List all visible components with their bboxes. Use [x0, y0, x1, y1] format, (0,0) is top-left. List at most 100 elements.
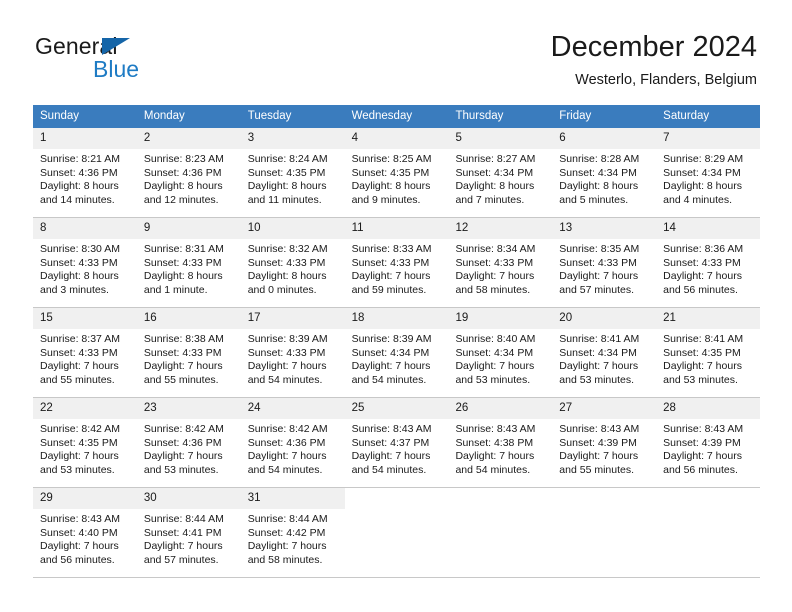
- day-cell[interactable]: 30 Sunrise: 8:44 AM Sunset: 4:41 PM Dayl…: [136, 488, 241, 577]
- daylight-text-line2: and 55 minutes.: [143, 373, 219, 386]
- day-number: 18: [344, 308, 449, 329]
- daylight-text-line1: Daylight: 7 hours: [663, 360, 742, 373]
- week-row: 1 Sunrise: 8:21 AM Sunset: 4:36 PM Dayli…: [33, 128, 761, 218]
- weekday-header-friday: Friday: [559, 110, 592, 122]
- day-number: 27: [552, 398, 657, 419]
- logo-triangle-icon: [102, 38, 130, 55]
- sunrise-text: Sunrise: 8:36 AM: [663, 243, 744, 255]
- day-cell[interactable]: 7 Sunrise: 8:29 AM Sunset: 4:34 PM Dayli…: [656, 128, 761, 217]
- day-cell[interactable]: 12 Sunrise: 8:34 AM Sunset: 4:33 PM Dayl…: [448, 218, 553, 307]
- daylight-text-line2: and 54 minutes.: [455, 463, 531, 476]
- day-cell[interactable]: 24 Sunrise: 8:42 AM Sunset: 4:36 PM Dayl…: [240, 398, 345, 487]
- daylight-text-line1: Daylight: 7 hours: [455, 450, 535, 463]
- daylight-text-line1: Daylight: 8 hours: [351, 180, 431, 193]
- day-cell[interactable]: 1 Sunrise: 8:21 AM Sunset: 4:36 PM Dayli…: [33, 128, 137, 217]
- daylight-text-line1: Daylight: 7 hours: [40, 540, 119, 553]
- day-cell[interactable]: 10 Sunrise: 8:32 AM Sunset: 4:33 PM Dayl…: [240, 218, 345, 307]
- sunrise-text: Sunrise: 8:34 AM: [455, 243, 536, 255]
- day-number: 6: [552, 128, 657, 149]
- day-details: Sunrise: 8:29 AM Sunset: 4:34 PM Dayligh…: [656, 149, 760, 207]
- day-details: Sunrise: 8:39 AM Sunset: 4:33 PM Dayligh…: [241, 329, 345, 387]
- day-cell[interactable]: 2 Sunrise: 8:23 AM Sunset: 4:36 PM Dayli…: [136, 128, 241, 217]
- day-cell[interactable]: 4 Sunrise: 8:25 AM Sunset: 4:35 PM Dayli…: [344, 128, 449, 217]
- day-cell[interactable]: 14 Sunrise: 8:36 AM Sunset: 4:33 PM Dayl…: [656, 218, 761, 307]
- day-details: Sunrise: 8:30 AM Sunset: 4:33 PM Dayligh…: [33, 239, 137, 297]
- day-cell[interactable]: 26 Sunrise: 8:43 AM Sunset: 4:38 PM Dayl…: [448, 398, 553, 487]
- daylight-text-line2: and 0 minutes.: [247, 283, 317, 296]
- day-number: 1: [33, 128, 137, 149]
- weekday-header-row: Sunday Monday Tuesday Wednesday Thursday…: [33, 105, 760, 128]
- daylight-text-line1: Daylight: 8 hours: [247, 180, 327, 193]
- day-details: Sunrise: 8:33 AM Sunset: 4:33 PM Dayligh…: [345, 239, 449, 297]
- day-details: Sunrise: 8:43 AM Sunset: 4:39 PM Dayligh…: [656, 419, 760, 477]
- day-cell[interactable]: 21 Sunrise: 8:41 AM Sunset: 4:35 PM Dayl…: [656, 308, 761, 397]
- sunrise-text: Sunrise: 8:41 AM: [559, 333, 640, 345]
- sunset-text: Sunset: 4:35 PM: [351, 166, 430, 179]
- daylight-text-line1: Daylight: 7 hours: [559, 450, 639, 463]
- daylight-text-line1: Daylight: 7 hours: [351, 360, 431, 373]
- daylight-text-line2: and 9 minutes.: [351, 193, 421, 206]
- sunset-text: Sunset: 4:36 PM: [143, 166, 222, 179]
- sunset-text: Sunset: 4:33 PM: [455, 256, 534, 269]
- daylight-text-line2: and 56 minutes.: [663, 283, 738, 296]
- day-number: 5: [448, 128, 553, 149]
- day-details: Sunrise: 8:42 AM Sunset: 4:36 PM Dayligh…: [137, 419, 241, 477]
- day-details: Sunrise: 8:44 AM Sunset: 4:41 PM Dayligh…: [137, 509, 241, 567]
- day-cell[interactable]: 31 Sunrise: 8:44 AM Sunset: 4:42 PM Dayl…: [240, 488, 345, 577]
- day-cell[interactable]: 22 Sunrise: 8:42 AM Sunset: 4:35 PM Dayl…: [33, 398, 137, 487]
- day-number: 12: [448, 218, 553, 239]
- day-number: 4: [344, 128, 449, 149]
- day-details: Sunrise: 8:43 AM Sunset: 4:39 PM Dayligh…: [552, 419, 656, 477]
- day-cell[interactable]: 8 Sunrise: 8:30 AM Sunset: 4:33 PM Dayli…: [33, 218, 137, 307]
- day-cell[interactable]: 20 Sunrise: 8:41 AM Sunset: 4:34 PM Dayl…: [552, 308, 657, 397]
- day-number: 25: [344, 398, 449, 419]
- sunset-text: Sunset: 4:35 PM: [663, 346, 741, 359]
- day-details: Sunrise: 8:43 AM Sunset: 4:38 PM Dayligh…: [448, 419, 552, 477]
- day-cell[interactable]: 23 Sunrise: 8:42 AM Sunset: 4:36 PM Dayl…: [136, 398, 241, 487]
- sunset-text: Sunset: 4:39 PM: [559, 436, 637, 449]
- daylight-text-line1: Daylight: 7 hours: [663, 270, 742, 283]
- day-cell[interactable]: 3 Sunrise: 8:24 AM Sunset: 4:35 PM Dayli…: [240, 128, 345, 217]
- day-cell[interactable]: 5 Sunrise: 8:27 AM Sunset: 4:34 PM Dayli…: [448, 128, 553, 217]
- day-number: 30: [136, 488, 241, 509]
- day-cell[interactable]: 25 Sunrise: 8:43 AM Sunset: 4:37 PM Dayl…: [344, 398, 449, 487]
- day-details: Sunrise: 8:34 AM Sunset: 4:33 PM Dayligh…: [448, 239, 552, 297]
- day-details: Sunrise: 8:31 AM Sunset: 4:33 PM Dayligh…: [137, 239, 241, 297]
- sunset-text: Sunset: 4:34 PM: [559, 166, 637, 179]
- location-subtitle: Westerlo, Flanders, Belgium: [575, 72, 757, 88]
- sunset-text: Sunset: 4:36 PM: [40, 166, 118, 179]
- sunrise-text: Sunrise: 8:39 AM: [247, 333, 328, 345]
- day-cell[interactable]: 27 Sunrise: 8:43 AM Sunset: 4:39 PM Dayl…: [552, 398, 657, 487]
- sunrise-text: Sunrise: 8:44 AM: [143, 513, 224, 525]
- page-header: General Blue December 2024 Westerlo, Fla…: [35, 30, 757, 98]
- day-cell[interactable]: 29 Sunrise: 8:43 AM Sunset: 4:40 PM Dayl…: [33, 488, 137, 577]
- day-number: 16: [136, 308, 241, 329]
- day-cell[interactable]: 13 Sunrise: 8:35 AM Sunset: 4:33 PM Dayl…: [552, 218, 657, 307]
- day-cell[interactable]: 9 Sunrise: 8:31 AM Sunset: 4:33 PM Dayli…: [136, 218, 241, 307]
- day-cell[interactable]: 11 Sunrise: 8:33 AM Sunset: 4:33 PM Dayl…: [344, 218, 449, 307]
- day-cell-empty: [448, 488, 553, 577]
- day-number: 22: [33, 398, 137, 419]
- day-cell[interactable]: 6 Sunrise: 8:28 AM Sunset: 4:34 PM Dayli…: [552, 128, 657, 217]
- week-row: 8 Sunrise: 8:30 AM Sunset: 4:33 PM Dayli…: [33, 218, 761, 308]
- day-cell[interactable]: 16 Sunrise: 8:38 AM Sunset: 4:33 PM Dayl…: [136, 308, 241, 397]
- day-number: [344, 488, 449, 509]
- week-row: 29 Sunrise: 8:43 AM Sunset: 4:40 PM Dayl…: [33, 488, 761, 578]
- day-details: Sunrise: 8:37 AM Sunset: 4:33 PM Dayligh…: [33, 329, 137, 387]
- day-cell[interactable]: 19 Sunrise: 8:40 AM Sunset: 4:34 PM Dayl…: [448, 308, 553, 397]
- sunset-text: Sunset: 4:37 PM: [351, 436, 430, 449]
- day-cell[interactable]: 17 Sunrise: 8:39 AM Sunset: 4:33 PM Dayl…: [240, 308, 345, 397]
- daylight-text-line1: Daylight: 8 hours: [663, 180, 742, 193]
- day-details: Sunrise: 8:35 AM Sunset: 4:33 PM Dayligh…: [552, 239, 656, 297]
- day-cell[interactable]: 15 Sunrise: 8:37 AM Sunset: 4:33 PM Dayl…: [33, 308, 137, 397]
- day-cell[interactable]: 18 Sunrise: 8:39 AM Sunset: 4:34 PM Dayl…: [344, 308, 449, 397]
- day-number: 2: [136, 128, 241, 149]
- daylight-text-line1: Daylight: 7 hours: [40, 450, 119, 463]
- sunrise-text: Sunrise: 8:23 AM: [143, 153, 224, 165]
- daylight-text-line2: and 57 minutes.: [143, 553, 219, 566]
- sunset-text: Sunset: 4:33 PM: [559, 256, 637, 269]
- day-cell[interactable]: 28 Sunrise: 8:43 AM Sunset: 4:39 PM Dayl…: [656, 398, 761, 487]
- daylight-text-line2: and 54 minutes.: [351, 373, 427, 386]
- sunset-text: Sunset: 4:38 PM: [455, 436, 534, 449]
- day-details: Sunrise: 8:44 AM Sunset: 4:42 PM Dayligh…: [241, 509, 345, 567]
